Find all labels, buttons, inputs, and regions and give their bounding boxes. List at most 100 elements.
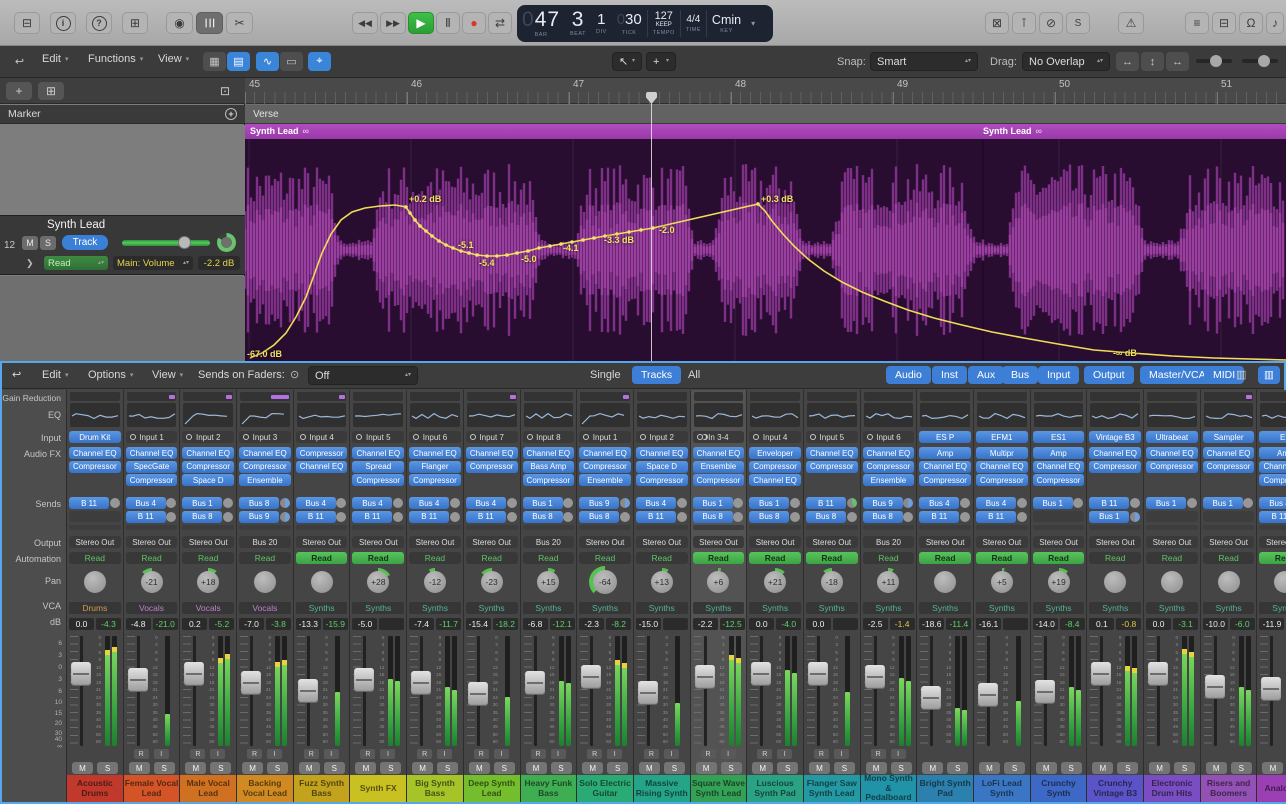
send-knob[interactable] bbox=[903, 498, 914, 508]
send-knob[interactable] bbox=[223, 511, 234, 522]
solo-button[interactable]: S bbox=[1060, 762, 1082, 774]
audio-fx-slot[interactable]: Ensemble bbox=[692, 460, 745, 473]
fader-track[interactable] bbox=[590, 636, 594, 746]
fader-cap[interactable] bbox=[467, 681, 488, 706]
vca-slot[interactable]: Synths bbox=[295, 602, 348, 614]
send-knob[interactable] bbox=[336, 511, 347, 522]
pan-knob[interactable]: -21 bbox=[137, 568, 166, 596]
marker-verse[interactable]: Verse bbox=[253, 109, 279, 120]
back-icon[interactable]: ↩ bbox=[8, 52, 31, 71]
track-header-synth-lead[interactable]: 12 Synth Lead M S Track ❯ Read ▴▾ Main: V… bbox=[0, 215, 245, 275]
input-slot[interactable]: Input 5 bbox=[805, 431, 858, 443]
eq-display[interactable] bbox=[977, 403, 1027, 427]
automation-target-button[interactable]: Track bbox=[62, 235, 108, 250]
pan-knob[interactable] bbox=[1271, 568, 1286, 596]
output-slot[interactable]: Stereo Out bbox=[1202, 536, 1255, 548]
filter-audio[interactable]: Audio bbox=[886, 366, 931, 384]
simple-mode-icon[interactable]: S bbox=[1066, 12, 1090, 34]
fader-cap[interactable] bbox=[1034, 679, 1055, 704]
track-name-label[interactable]: Square Wave Synth Lead bbox=[690, 775, 747, 802]
automation-mode-button[interactable]: Read bbox=[579, 552, 631, 564]
send-knob[interactable] bbox=[1130, 498, 1141, 508]
input-monitor-button[interactable]: I bbox=[720, 749, 736, 759]
horizontal-zoom-slider[interactable] bbox=[1242, 55, 1278, 67]
channel-strip-8[interactable]: Input 7 Channel EQ Compressor Bus 4B 11 Ster… bbox=[463, 390, 521, 802]
input-monitor-button[interactable]: I bbox=[493, 749, 509, 759]
solo-button[interactable]: S bbox=[833, 762, 855, 774]
audio-fx-slot[interactable]: Channel EQ bbox=[465, 447, 518, 459]
mute-button[interactable]: M bbox=[808, 762, 830, 774]
audio-fx-slot[interactable]: Compressor bbox=[635, 474, 688, 486]
send-slot[interactable]: Bus 1 bbox=[692, 497, 733, 509]
vca-slot[interactable]: Synths bbox=[352, 602, 405, 614]
audio-fx-slot[interactable]: Compressor bbox=[522, 474, 575, 486]
audio-fx-slot[interactable]: Compressor bbox=[862, 460, 915, 473]
play-button[interactable]: ▶ bbox=[408, 12, 434, 34]
output-slot[interactable]: Stereo Out bbox=[635, 536, 688, 548]
loop-browser-icon[interactable]: Ω bbox=[1239, 12, 1263, 34]
audio-fx-slot[interactable]: Channel EQ bbox=[635, 447, 688, 459]
send-slot[interactable]: Bus 4 bbox=[295, 497, 336, 509]
pan-knob[interactable] bbox=[1215, 568, 1243, 596]
fader-track[interactable] bbox=[193, 636, 197, 746]
track-name-label[interactable]: LoFi Lead Synth bbox=[974, 775, 1030, 802]
record-enable-button[interactable]: R bbox=[360, 749, 376, 759]
eq-display[interactable] bbox=[183, 403, 234, 427]
automation-mode-button[interactable]: Read bbox=[295, 552, 348, 564]
audio-fx-slot[interactable]: Space D bbox=[182, 474, 235, 486]
audio-fx-slot[interactable]: Channel EQ bbox=[579, 447, 631, 459]
audio-fx-slot[interactable]: Channel EQ bbox=[1146, 447, 1198, 459]
track-name-label[interactable]: Flanger Saw Synth Lead bbox=[803, 775, 860, 802]
send-slot[interactable]: Bus 8 bbox=[182, 510, 223, 523]
channel-strip-4[interactable]: Input 3 Channel EQ Compressor Ensemble Bus 8… bbox=[237, 390, 294, 802]
automation-mode-button[interactable]: Read bbox=[805, 552, 858, 564]
send-slot[interactable]: Bus 1 bbox=[1032, 497, 1073, 509]
vca-slot[interactable]: Synths bbox=[579, 602, 631, 614]
automation-point[interactable] bbox=[548, 244, 552, 248]
automation-mode-button[interactable]: Read bbox=[182, 552, 235, 564]
secondary-tool-select[interactable]: + ▾ bbox=[646, 52, 676, 71]
input-slot[interactable]: Ultrabeat bbox=[1146, 431, 1198, 443]
automation-point[interactable] bbox=[756, 202, 760, 206]
track-name-label[interactable]: Massive Rising Synth bbox=[633, 775, 690, 802]
track-name-label[interactable]: Crunchy Synth bbox=[1030, 775, 1087, 802]
mixer-menu-edit[interactable]: Edit ▾ bbox=[42, 369, 68, 381]
mute-button[interactable]: M bbox=[1035, 762, 1057, 774]
eq-display[interactable] bbox=[70, 403, 120, 427]
track-volume-slider[interactable] bbox=[122, 236, 210, 249]
channel-strip-19[interactable]: Vintage B3 Channel EQ Compressor B 11 Bus 1 S… bbox=[1087, 390, 1145, 802]
send-slot[interactable]: Bus 4 bbox=[976, 497, 1016, 509]
project-tray-icon[interactable]: ⊟ bbox=[14, 12, 40, 34]
vertical-zoom-icon[interactable]: ↕ bbox=[1141, 52, 1164, 71]
audio-fx-slot[interactable]: Channel EQ bbox=[1089, 447, 1142, 459]
mixer-layout-narrow-icon[interactable]: ▥ bbox=[1236, 368, 1246, 381]
track-name-label[interactable]: Fuzz Synth Bass bbox=[293, 775, 350, 802]
mute-button[interactable]: M bbox=[752, 762, 774, 774]
track-name-label[interactable]: Synth FX bbox=[350, 775, 407, 802]
record-enable-button[interactable]: R bbox=[757, 749, 773, 759]
input-slot[interactable]: EFM1 bbox=[976, 431, 1028, 443]
send-knob[interactable] bbox=[619, 511, 630, 522]
menu-edit[interactable]: Edit ▾ bbox=[42, 53, 68, 65]
channel-strip-11[interactable]: Input 2 Channel EQ Space D Compressor Bus 4B… bbox=[633, 390, 691, 802]
send-slot[interactable]: B 11 bbox=[125, 510, 166, 523]
input-slot[interactable]: Input 8 bbox=[522, 431, 575, 443]
snap-automation-icon[interactable]: ⌖ bbox=[308, 52, 331, 71]
automation-mode-button[interactable]: Read bbox=[1259, 552, 1286, 564]
audio-fx-slot[interactable]: Compressor bbox=[295, 447, 348, 459]
send-knob[interactable] bbox=[393, 511, 404, 522]
track-name-label[interactable]: Mono Synth & Pedalboard bbox=[860, 774, 917, 802]
automation-mode-button[interactable]: Read bbox=[352, 552, 405, 564]
input-monitor-button[interactable]: I bbox=[267, 749, 283, 759]
channel-strip-16[interactable]: ES P Amp Channel EQ Compressor Bus 4B 11 Ster… bbox=[917, 390, 974, 802]
cycle-button[interactable]: ⇄ bbox=[488, 12, 512, 34]
add-marker-icon[interactable]: + bbox=[225, 108, 237, 120]
automation-mode-select[interactable]: Read ▴▾ bbox=[44, 256, 108, 270]
audio-fx-slot[interactable]: Channel EQ bbox=[692, 447, 745, 459]
input-slot[interactable]: Input 2 bbox=[635, 431, 688, 443]
eq-display[interactable] bbox=[1203, 403, 1254, 427]
input-monitor-button[interactable]: I bbox=[890, 749, 906, 759]
automation-point[interactable] bbox=[592, 236, 596, 240]
send-knob[interactable] bbox=[449, 511, 460, 522]
channel-strip-3[interactable]: Input 2 Channel EQ Compressor Space D Bus 1B… bbox=[180, 390, 238, 802]
